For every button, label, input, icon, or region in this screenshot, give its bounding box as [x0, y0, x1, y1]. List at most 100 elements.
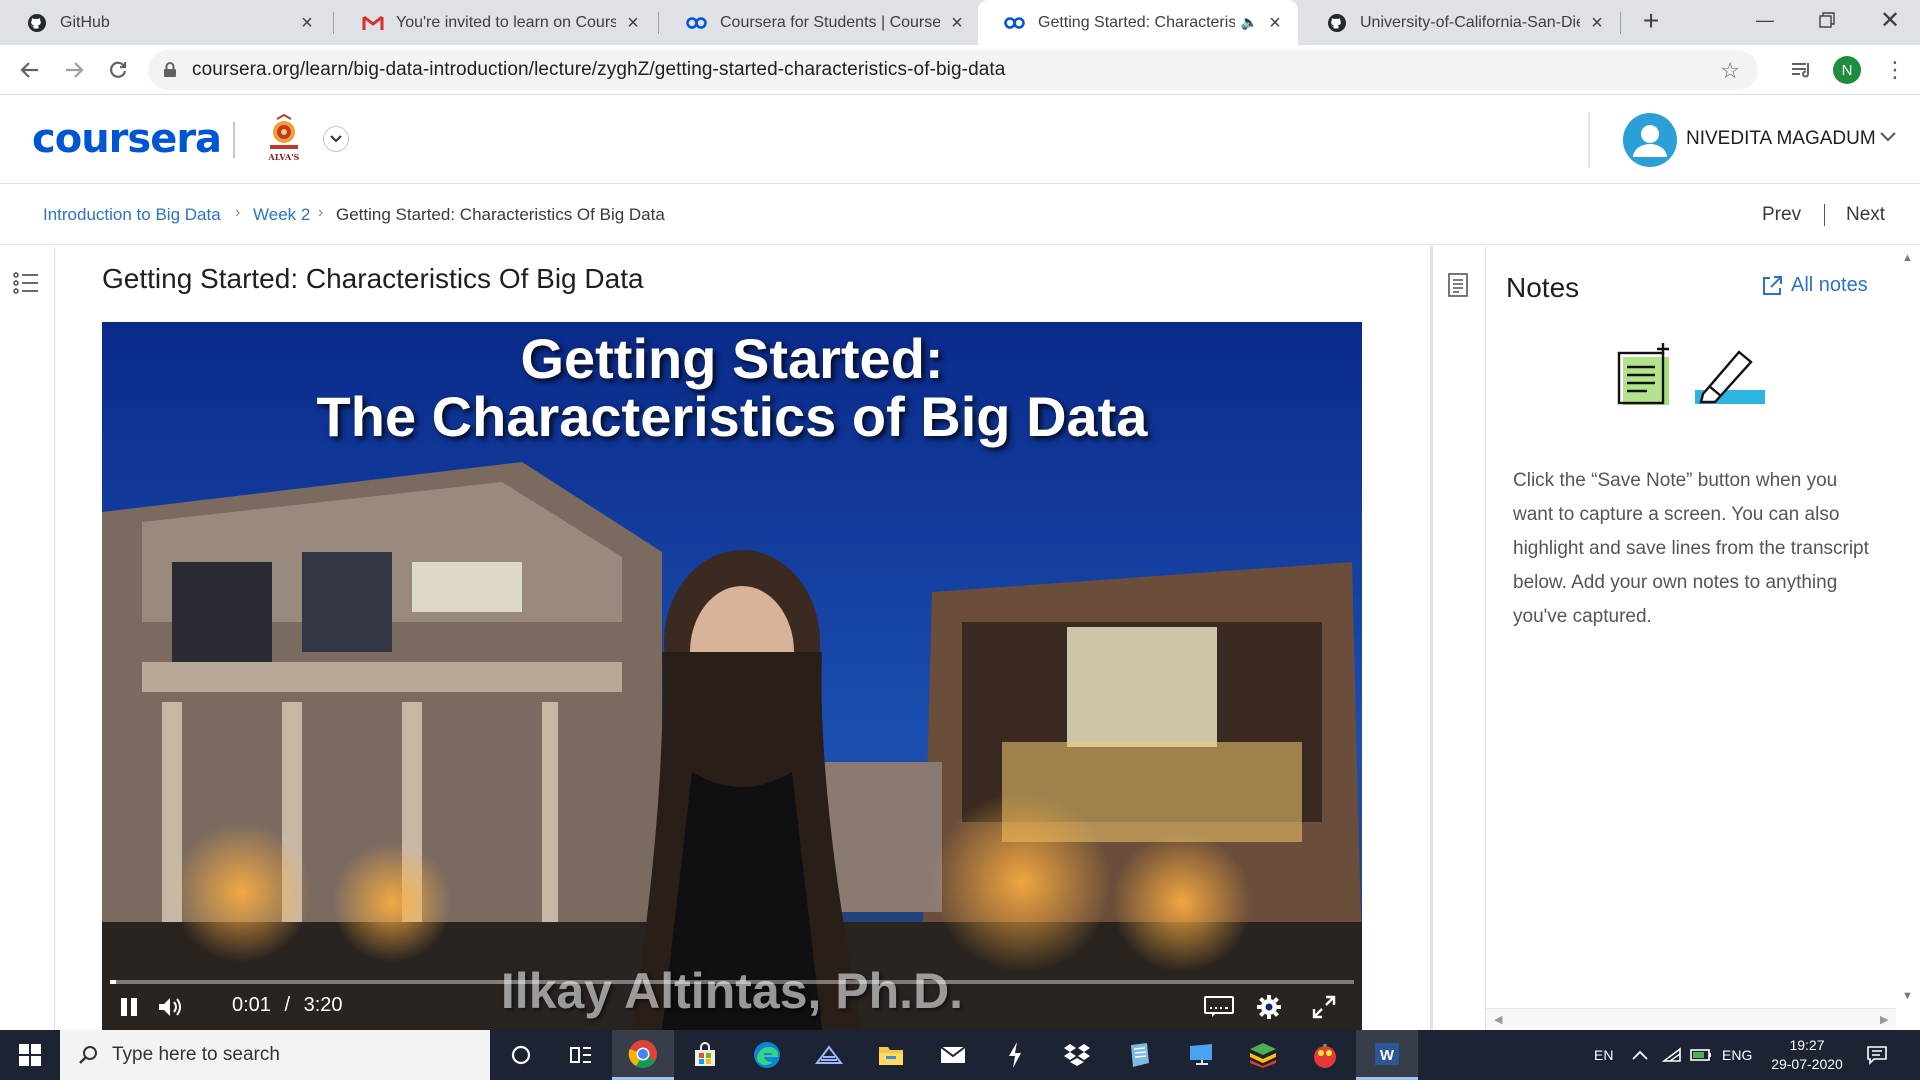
- clock-date: 29-07-2020: [1771, 1056, 1843, 1072]
- bookmark-star-icon[interactable]: ☆: [1720, 58, 1740, 84]
- speaker-icon[interactable]: 🔈: [1241, 14, 1258, 31]
- coursera-header: coursera ALVA'S NIVEDITA MAGADUM: [0, 96, 1920, 184]
- scroll-down-icon[interactable]: ▼: [1902, 990, 1913, 1002]
- all-notes-link[interactable]: All notes: [1761, 274, 1868, 297]
- close-tab-icon[interactable]: ×: [948, 13, 966, 33]
- current-time: 0:01: [232, 994, 271, 1016]
- breadcrumb-current: Getting Started: Characteristics Of Big …: [336, 205, 665, 224]
- browser-tab-coursera-students[interactable]: Coursera for Students | Coursera ×: [660, 0, 980, 45]
- close-tab-icon[interactable]: ×: [298, 13, 316, 33]
- scroll-right-icon[interactable]: ▶: [1880, 1013, 1888, 1026]
- prev-next-divider: [1824, 204, 1825, 226]
- scroll-left-icon[interactable]: ◀: [1494, 1013, 1502, 1026]
- mail-icon[interactable]: [922, 1030, 984, 1080]
- chevron-down-icon[interactable]: [1880, 126, 1896, 147]
- cortana-icon[interactable]: [490, 1030, 552, 1080]
- url-text[interactable]: coursera.org/learn/big-data-introduction…: [192, 59, 1005, 81]
- header-divider: [1588, 112, 1590, 168]
- notes-panel: Notes All notes Click the “Save Note” bu…: [1486, 246, 1896, 1030]
- dropbox-icon[interactable]: [1046, 1030, 1108, 1080]
- close-tab-icon[interactable]: ×: [1266, 13, 1284, 33]
- video-player[interactable]: Getting Started: The Characteristics of …: [102, 322, 1362, 1030]
- browser-tab-github[interactable]: GitHub ×: [0, 0, 330, 45]
- settings-gear-icon[interactable]: [1252, 990, 1286, 1024]
- bluestacks-icon[interactable]: [1232, 1030, 1294, 1080]
- close-tab-icon[interactable]: ×: [1588, 13, 1606, 33]
- video-progress-bar[interactable]: [110, 980, 1354, 984]
- chevron-up-icon[interactable]: [1632, 1030, 1648, 1080]
- breadcrumb: Introduction to Big Data › Week 2 › Gett…: [0, 185, 1920, 245]
- tab-title: Getting Started: Characterist: [1038, 13, 1235, 31]
- input-language-short[interactable]: EN: [1594, 1030, 1613, 1080]
- user-name[interactable]: NIVEDITA MAGADUM: [1686, 128, 1876, 150]
- duration: 3:20: [303, 994, 343, 1016]
- partner-logo[interactable]: ALVA'S: [262, 113, 306, 164]
- pause-icon[interactable]: [116, 990, 142, 1024]
- next-link[interactable]: Next: [1846, 204, 1885, 226]
- tab-separator: [333, 12, 334, 34]
- browser-tab-gmail[interactable]: You're invited to learn on Course ×: [336, 0, 656, 45]
- fullscreen-icon[interactable]: [1307, 990, 1341, 1024]
- notes-help-text: Click the “Save Note” button when you wa…: [1513, 470, 1869, 627]
- input-language[interactable]: ENG: [1722, 1030, 1752, 1080]
- logo-divider: [233, 122, 235, 158]
- coursera-logo[interactable]: coursera: [32, 116, 222, 162]
- save-note-illustration-icon: [1617, 341, 1673, 407]
- breadcrumb-course-link[interactable]: Introduction to Big Data: [43, 205, 221, 225]
- video-progress-fill: [110, 980, 117, 984]
- taskbar-clock[interactable]: 19:27 29-07-2020: [1762, 1036, 1852, 1074]
- scroll-up-icon[interactable]: ▲: [1902, 252, 1913, 264]
- windows-start-icon[interactable]: [0, 1030, 60, 1080]
- task-view-icon[interactable]: [550, 1030, 612, 1080]
- bolt-app-icon[interactable]: [984, 1030, 1046, 1080]
- chrome-icon[interactable]: [612, 1030, 674, 1080]
- taskbar-search-box[interactable]: Type here to search: [60, 1030, 490, 1080]
- edge-icon[interactable]: [736, 1030, 798, 1080]
- coursera-icon: [1004, 12, 1026, 34]
- partner-badge-text: ALVA'S: [268, 152, 300, 162]
- close-tab-icon[interactable]: ×: [624, 13, 642, 33]
- user-avatar[interactable]: [1623, 113, 1677, 167]
- search-placeholder: Type here to search: [112, 1044, 280, 1065]
- breadcrumb-week-link[interactable]: Week 2: [253, 205, 310, 225]
- volume-icon[interactable]: [154, 990, 188, 1024]
- this-pc-icon[interactable]: [1170, 1030, 1232, 1080]
- browser-tab-github-ucsd[interactable]: University-of-California-San-Die ×: [1300, 0, 1620, 45]
- microsoft-store-icon[interactable]: [674, 1030, 736, 1080]
- more-menu-icon[interactable]: ⋮: [1880, 55, 1910, 85]
- horizontal-scrollbar[interactable]: ◀ ▶: [1486, 1008, 1896, 1030]
- browser-tab-active[interactable]: Getting Started: Characterist 🔈 ×: [978, 0, 1298, 45]
- profile-avatar[interactable]: N: [1833, 56, 1861, 84]
- notes-title: Notes: [1506, 272, 1580, 303]
- wifi-icon[interactable]: [1662, 1030, 1682, 1080]
- captions-icon[interactable]: [1202, 990, 1236, 1024]
- close-window-icon[interactable]: ✕: [1860, 0, 1920, 40]
- back-icon[interactable]: [14, 54, 46, 86]
- tab-separator: [658, 12, 659, 34]
- vertical-scrollbar[interactable]: ▲ ▼: [1896, 246, 1920, 1030]
- reload-icon[interactable]: [102, 54, 134, 86]
- prev-link[interactable]: Prev: [1762, 204, 1801, 226]
- game-app-icon[interactable]: [1294, 1030, 1356, 1080]
- network-app-icon[interactable]: [798, 1030, 860, 1080]
- restore-icon[interactable]: [1797, 0, 1857, 40]
- new-tab-button[interactable]: +: [1635, 6, 1667, 38]
- notifications-icon[interactable]: [1866, 1030, 1888, 1080]
- tab-separator: [1620, 12, 1621, 34]
- reading-list-icon[interactable]: [1787, 55, 1817, 85]
- forward-icon[interactable]: [58, 54, 90, 86]
- notepad-app-icon[interactable]: [1108, 1030, 1170, 1080]
- file-explorer-icon[interactable]: [860, 1030, 922, 1080]
- gmail-icon: [362, 12, 384, 34]
- address-bar[interactable]: coursera.org/learn/big-data-introduction…: [148, 50, 1758, 90]
- left-rail: [0, 246, 55, 1030]
- minimize-icon[interactable]: —: [1735, 0, 1795, 40]
- notes-document-icon[interactable]: [1447, 272, 1469, 298]
- word-icon[interactable]: W: [1356, 1030, 1418, 1080]
- lock-icon[interactable]: [162, 62, 178, 78]
- battery-icon[interactable]: [1690, 1030, 1712, 1080]
- external-link-icon: [1763, 275, 1782, 295]
- course-outline-icon[interactable]: [13, 270, 39, 296]
- chevron-down-icon[interactable]: [323, 126, 349, 152]
- svg-text:W: W: [1380, 1047, 1395, 1064]
